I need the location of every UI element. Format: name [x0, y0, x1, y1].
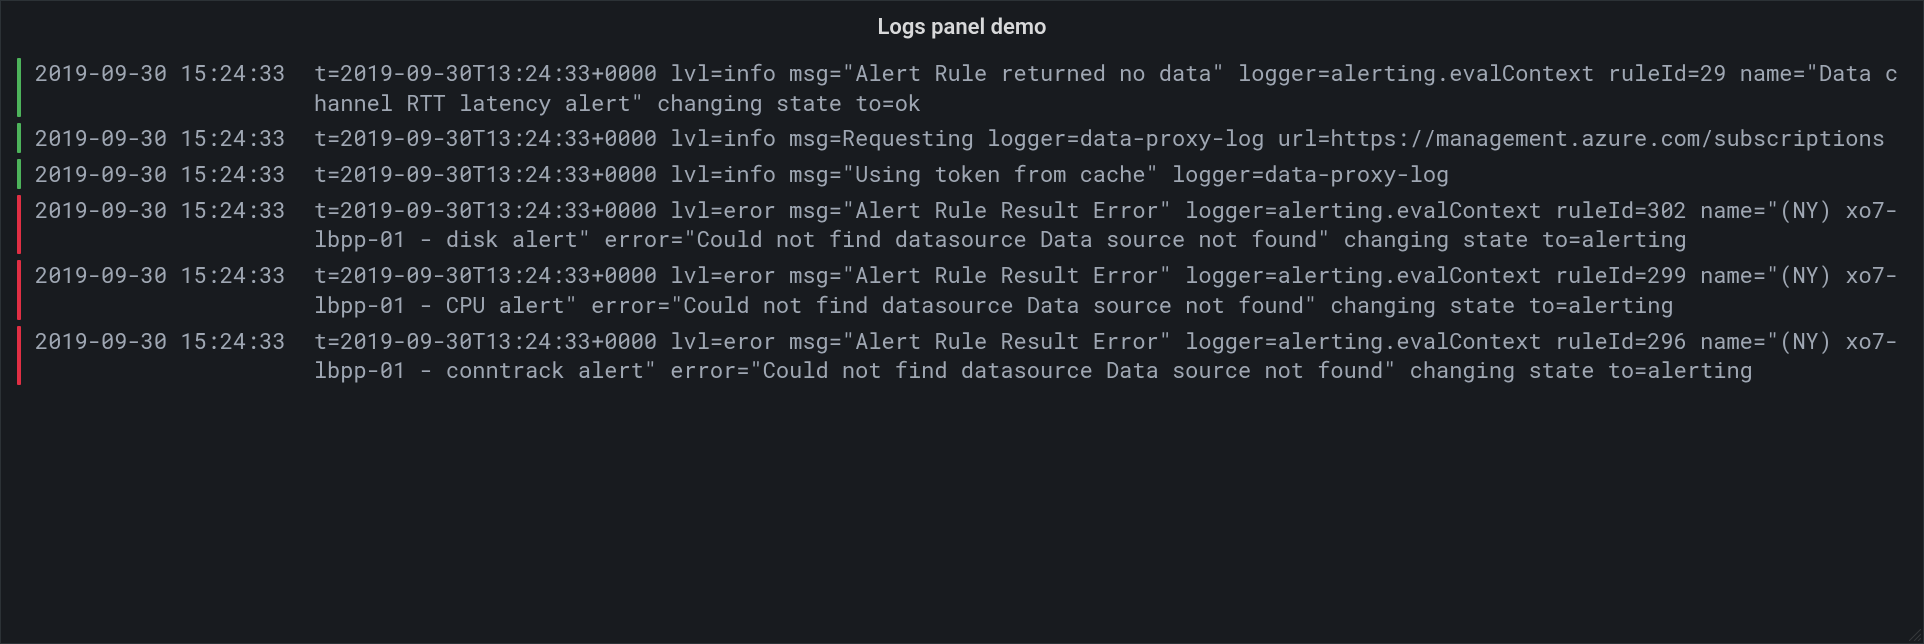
log-level-indicator	[17, 159, 21, 189]
log-row[interactable]: 2019-09-30 15:24:33 t=2019-09-30T13:24:3…	[17, 123, 1907, 153]
log-message: t=2019-09-30T13:24:33+0000 lvl=info msg=…	[314, 159, 1907, 189]
log-timestamp: 2019-09-30 15:24:33	[35, 260, 314, 290]
logs-panel: Logs panel demo 2019-09-30 15:24:33 t=20…	[0, 0, 1924, 644]
log-row[interactable]: 2019-09-30 15:24:33 t=2019-09-30T13:24:3…	[17, 58, 1907, 117]
log-row[interactable]: 2019-09-30 15:24:33 t=2019-09-30T13:24:3…	[17, 260, 1907, 319]
log-level-indicator	[17, 123, 21, 153]
log-timestamp: 2019-09-30 15:24:33	[35, 195, 314, 225]
resize-handle-icon[interactable]	[1909, 629, 1921, 641]
log-level-indicator	[17, 58, 21, 117]
logs-container[interactable]: 2019-09-30 15:24:33 t=2019-09-30T13:24:3…	[1, 50, 1923, 643]
log-message: t=2019-09-30T13:24:33+0000 lvl=eror msg=…	[314, 195, 1907, 254]
log-timestamp: 2019-09-30 15:24:33	[35, 326, 314, 356]
log-row[interactable]: 2019-09-30 15:24:33 t=2019-09-30T13:24:3…	[17, 195, 1907, 254]
log-row[interactable]: 2019-09-30 15:24:33 t=2019-09-30T13:24:3…	[17, 326, 1907, 385]
panel-title[interactable]: Logs panel demo	[878, 15, 1047, 40]
panel-header: Logs panel demo	[1, 1, 1923, 50]
log-level-indicator	[17, 260, 21, 319]
log-timestamp: 2019-09-30 15:24:33	[35, 159, 314, 189]
log-message: t=2019-09-30T13:24:33+0000 lvl=eror msg=…	[314, 326, 1907, 385]
log-level-indicator	[17, 326, 21, 385]
log-message: t=2019-09-30T13:24:33+0000 lvl=info msg=…	[314, 123, 1907, 153]
log-row[interactable]: 2019-09-30 15:24:33 t=2019-09-30T13:24:3…	[17, 159, 1907, 189]
log-timestamp: 2019-09-30 15:24:33	[35, 58, 314, 88]
log-message: t=2019-09-30T13:24:33+0000 lvl=info msg=…	[314, 58, 1907, 117]
log-timestamp: 2019-09-30 15:24:33	[35, 123, 314, 153]
log-level-indicator	[17, 195, 21, 254]
log-message: t=2019-09-30T13:24:33+0000 lvl=eror msg=…	[314, 260, 1907, 319]
